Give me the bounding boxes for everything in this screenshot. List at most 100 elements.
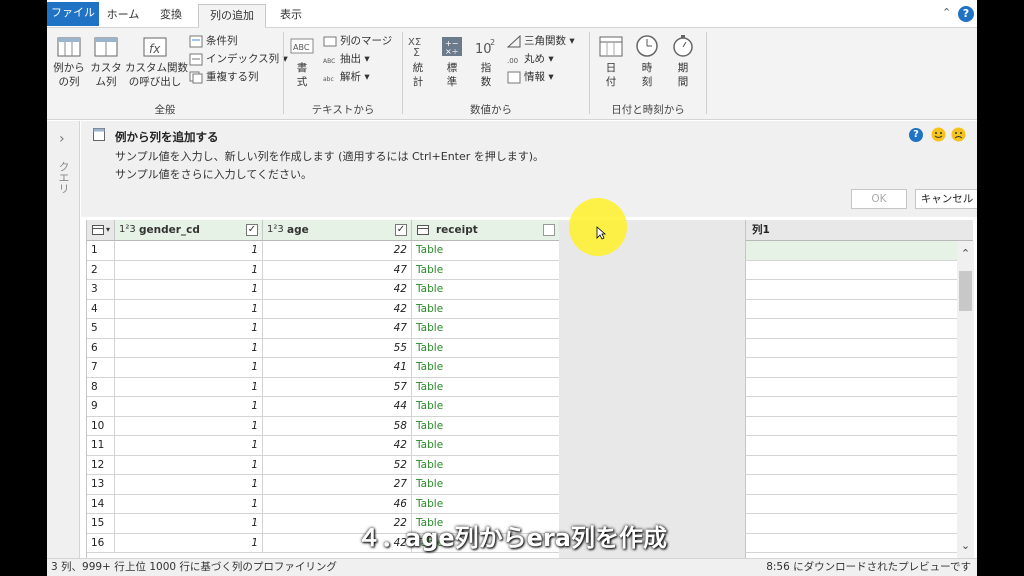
- conditional-column-button[interactable]: 条件列: [189, 32, 238, 50]
- information-button[interactable]: 情報 ▾: [507, 68, 554, 86]
- cell-gender-cd[interactable]: 1: [115, 260, 263, 280]
- cell-gender-cd[interactable]: 1: [115, 436, 263, 456]
- column-header-receipt[interactable]: receipt: [412, 220, 559, 241]
- cell-age[interactable]: 41: [263, 358, 412, 378]
- row-index[interactable]: 8: [87, 377, 115, 397]
- index-column-button[interactable]: インデックス列 ▾: [189, 50, 288, 68]
- rounding-button[interactable]: .00 丸め ▾: [507, 50, 554, 68]
- example-input-cell[interactable]: [746, 475, 973, 495]
- example-input-cell[interactable]: [746, 358, 973, 378]
- example-input-cell[interactable]: [746, 280, 973, 300]
- cell-gender-cd[interactable]: 1: [115, 455, 263, 475]
- row-index[interactable]: 5: [87, 319, 115, 339]
- invoke-custom-function-button[interactable]: fx カスタム関数 の呼び出し: [125, 34, 188, 89]
- example-input-cell[interactable]: [746, 456, 973, 475]
- row-index[interactable]: 12: [87, 455, 115, 475]
- cell-receipt[interactable]: Table: [412, 475, 559, 495]
- cell-gender-cd[interactable]: 1: [115, 241, 263, 261]
- cell-age[interactable]: 57: [263, 377, 412, 397]
- scientific-button[interactable]: 10 2 指 数: [471, 34, 501, 89]
- cell-age[interactable]: 27: [263, 475, 412, 495]
- chevron-up-icon[interactable]: ⌃: [957, 247, 974, 260]
- column-select-checkbox[interactable]: ✓: [395, 224, 407, 236]
- cell-receipt[interactable]: Table: [412, 417, 559, 436]
- example-input-cell[interactable]: [746, 300, 973, 319]
- trigonometry-button[interactable]: 三角関数 ▾: [507, 32, 575, 50]
- parse-button[interactable]: abc 解析 ▾: [323, 68, 370, 86]
- row-index[interactable]: 9: [87, 397, 115, 417]
- vertical-scrollbar[interactable]: ⌃ ⌄: [957, 241, 974, 558]
- cell-receipt[interactable]: Table: [412, 456, 559, 475]
- frown-feedback-icon[interactable]: [951, 127, 966, 142]
- example-input-cell[interactable]: [746, 495, 973, 514]
- column-select-checkbox[interactable]: [543, 224, 555, 236]
- cell-gender-cd[interactable]: 1: [115, 280, 263, 300]
- column-header-age[interactable]: 1²3 age ✓: [263, 220, 412, 241]
- status-profiling[interactable]: 上位 1000 行に基づく列のプロファイリング: [125, 559, 337, 576]
- duplicate-column-button[interactable]: 重複する列: [189, 68, 259, 86]
- format-button[interactable]: ABC 書 式: [287, 34, 317, 89]
- standard-button[interactable]: +− ×÷ 標 準: [437, 34, 467, 89]
- cell-age[interactable]: 52: [263, 455, 412, 475]
- row-index[interactable]: 14: [87, 494, 115, 514]
- example-input-cell[interactable]: [746, 378, 973, 397]
- scrollbar-thumb[interactable]: [959, 271, 972, 311]
- row-index[interactable]: 4: [87, 299, 115, 319]
- cancel-button[interactable]: キャンセル: [915, 189, 977, 209]
- cell-gender-cd[interactable]: 1: [115, 416, 263, 436]
- tab-add-column[interactable]: 列の追加: [198, 4, 266, 28]
- example-input-cell[interactable]: [746, 397, 973, 417]
- example-input-cell[interactable]: [746, 339, 973, 358]
- cell-age[interactable]: 46: [263, 494, 412, 514]
- example-input-cell[interactable]: [746, 319, 973, 339]
- tab-home[interactable]: ホーム: [103, 4, 143, 28]
- cell-age[interactable]: 22: [263, 241, 412, 261]
- tab-view[interactable]: 表示: [271, 4, 311, 28]
- example-input-cell[interactable]: [746, 241, 973, 261]
- cell-age[interactable]: 42: [263, 299, 412, 319]
- custom-column-button[interactable]: カスタ ム列: [89, 34, 123, 89]
- tab-file[interactable]: ファイル: [47, 2, 99, 26]
- cell-receipt[interactable]: Table: [412, 397, 559, 417]
- cell-age[interactable]: 42: [263, 280, 412, 300]
- cell-age[interactable]: 44: [263, 397, 412, 417]
- ok-button[interactable]: OK: [851, 189, 907, 209]
- cell-gender-cd[interactable]: 1: [115, 338, 263, 358]
- tab-transform[interactable]: 変換: [151, 4, 191, 28]
- cell-receipt[interactable]: Table: [412, 319, 559, 339]
- duration-button[interactable]: 期 間: [667, 34, 699, 89]
- date-button[interactable]: 日 付: [595, 34, 627, 89]
- cell-gender-cd[interactable]: 1: [115, 377, 263, 397]
- column-select-checkbox[interactable]: ✓: [246, 224, 258, 236]
- cell-gender-cd[interactable]: 1: [115, 475, 263, 495]
- row-index[interactable]: 6: [87, 338, 115, 358]
- smile-feedback-icon[interactable]: [931, 127, 946, 142]
- time-button[interactable]: 時 刻: [631, 34, 663, 89]
- cell-receipt[interactable]: Table: [412, 339, 559, 358]
- cell-gender-cd[interactable]: 1: [115, 494, 263, 514]
- cell-gender-cd[interactable]: 1: [115, 397, 263, 417]
- table-menu-button[interactable]: ▾: [87, 220, 115, 241]
- row-index[interactable]: 13: [87, 475, 115, 495]
- merge-columns-button[interactable]: 列のマージ: [323, 32, 392, 50]
- statistics-button[interactable]: XΣ Σ 統 計: [403, 34, 433, 89]
- cell-receipt[interactable]: Table: [412, 436, 559, 456]
- cell-receipt[interactable]: Table: [412, 280, 559, 300]
- cell-age[interactable]: 47: [263, 319, 412, 339]
- cell-gender-cd[interactable]: 1: [115, 319, 263, 339]
- cell-age[interactable]: 58: [263, 416, 412, 436]
- column-header-gender-cd[interactable]: 1²3 gender_cd ✓: [115, 220, 263, 241]
- example-input-cell[interactable]: [746, 261, 973, 280]
- column-from-examples-button[interactable]: 例から の列: [51, 34, 87, 89]
- row-index[interactable]: 1: [87, 241, 115, 261]
- cell-age[interactable]: 47: [263, 260, 412, 280]
- row-index[interactable]: 2: [87, 260, 115, 280]
- collapse-ribbon-icon[interactable]: ⌃: [942, 6, 951, 19]
- row-index[interactable]: 10: [87, 416, 115, 436]
- cell-age[interactable]: 55: [263, 338, 412, 358]
- row-index[interactable]: 3: [87, 280, 115, 300]
- example-input-cell[interactable]: [746, 436, 973, 456]
- cell-gender-cd[interactable]: 1: [115, 358, 263, 378]
- cell-receipt[interactable]: Table: [412, 261, 559, 280]
- cell-receipt[interactable]: Table: [412, 358, 559, 378]
